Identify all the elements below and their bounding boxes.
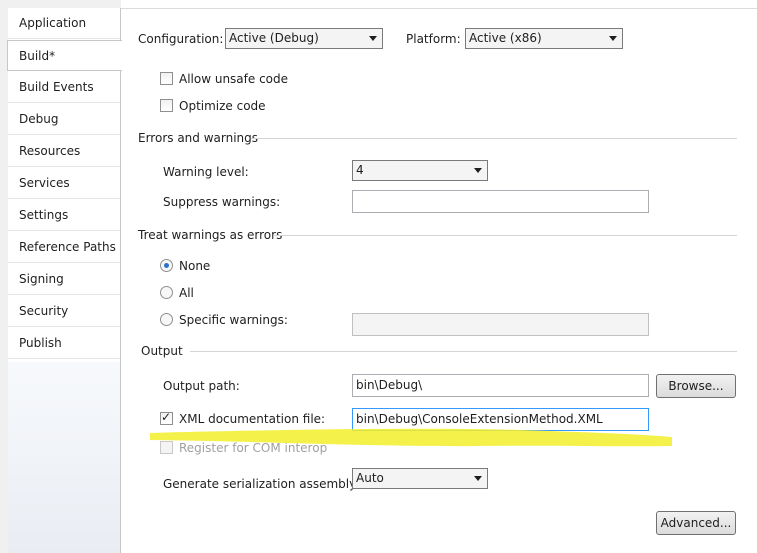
sidebar-item-reference-paths[interactable]: Reference Paths (8, 232, 120, 263)
treat-specific-label: Specific warnings: (179, 313, 288, 327)
sidebar-item-build-events[interactable]: Build Events (8, 72, 120, 103)
treat-all-radio[interactable] (160, 286, 173, 299)
configuration-dropdown[interactable]: Active (Debug) (225, 28, 383, 49)
configuration-label: Configuration: (138, 32, 224, 46)
optimize-code-label: Optimize code (179, 99, 266, 113)
output-section-divider (190, 351, 737, 352)
sidebar-item-services[interactable]: Services (8, 168, 120, 199)
warning-level-value: 4 (356, 163, 364, 177)
warning-level-label: Warning level: (163, 165, 249, 179)
treat-none-label: None (179, 259, 211, 273)
xml-doc-label: XML documentation file: (179, 412, 326, 426)
output-section-title: Output (141, 344, 183, 358)
allow-unsafe-checkbox[interactable] (160, 72, 173, 85)
output-path-label: Output path: (163, 379, 240, 393)
sidebar-item-publish[interactable]: Publish (8, 328, 120, 359)
sidebar-item-security[interactable]: Security (8, 296, 120, 327)
sidebar-empty-area (8, 362, 121, 553)
errors-section-divider (251, 138, 737, 139)
serialization-label: Generate serialization assembly: (163, 477, 360, 491)
treat-specific-radio[interactable] (160, 313, 173, 326)
specific-warnings-input[interactable] (352, 313, 649, 336)
xml-doc-checkbox[interactable] (160, 410, 173, 425)
treat-warnings-section-divider (273, 235, 737, 236)
optimize-code-checkbox[interactable] (160, 99, 173, 112)
advanced-button[interactable]: Advanced... (656, 511, 736, 535)
errors-section-title: Errors and warnings (138, 131, 259, 145)
xml-doc-input[interactable]: bin\Debug\ConsoleExtensionMethod.XML (352, 408, 649, 431)
suppress-warnings-input[interactable] (352, 190, 649, 213)
sidebar-item-application[interactable]: Application (8, 8, 120, 39)
treat-all-label: All (179, 286, 194, 300)
chevron-down-icon (369, 36, 377, 41)
suppress-warnings-label: Suppress warnings: (163, 195, 281, 209)
sidebar-item-resources[interactable]: Resources (8, 136, 120, 167)
sidebar-item-signing[interactable]: Signing (8, 264, 120, 295)
treat-none-radio[interactable] (160, 259, 173, 272)
top-divider (121, 8, 757, 9)
chevron-down-icon (474, 476, 482, 481)
chevron-down-icon (474, 168, 482, 173)
register-com-checkbox[interactable] (160, 441, 173, 454)
platform-value: Active (x86) (469, 31, 542, 45)
treat-warnings-section-title: Treat warnings as errors (138, 228, 283, 242)
warning-level-dropdown[interactable]: 4 (352, 160, 488, 181)
platform-label: Platform: (406, 32, 461, 46)
register-com-label: Register for COM interop (179, 441, 328, 455)
configuration-value: Active (Debug) (229, 31, 319, 45)
serialization-value: Auto (356, 471, 384, 485)
allow-unsafe-label: Allow unsafe code (179, 72, 289, 86)
platform-dropdown[interactable]: Active (x86) (465, 28, 623, 49)
browse-button[interactable]: Browse... (656, 374, 736, 398)
chevron-down-icon (609, 36, 617, 41)
sidebar-item-settings[interactable]: Settings (8, 200, 120, 231)
output-path-input[interactable]: bin\Debug\ (352, 374, 649, 397)
serialization-dropdown[interactable]: Auto (352, 468, 488, 489)
sidebar-item-debug[interactable]: Debug (8, 104, 120, 135)
sidebar-item-build[interactable]: Build* (7, 40, 122, 71)
